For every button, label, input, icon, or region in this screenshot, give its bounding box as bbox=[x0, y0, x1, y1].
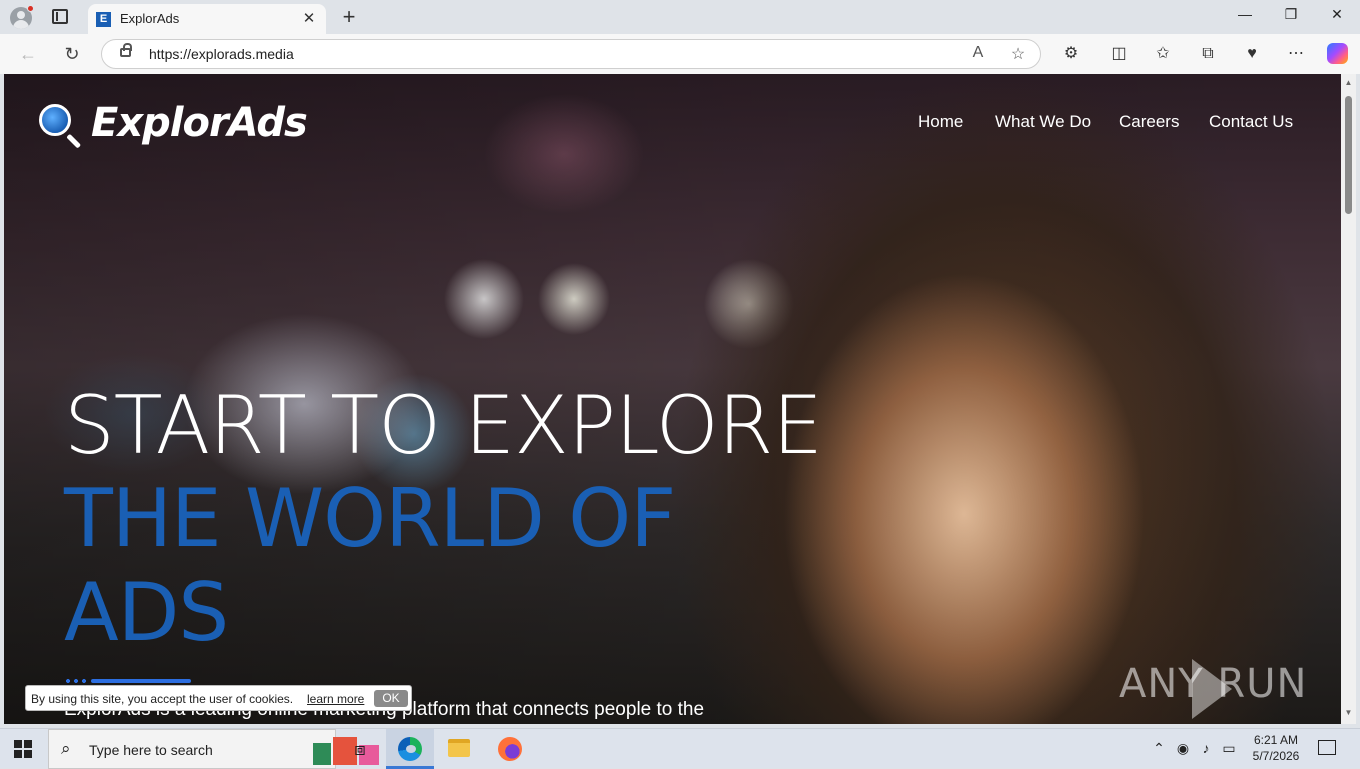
scroll-up-icon[interactable]: ▲ bbox=[1344, 78, 1353, 87]
close-window-icon[interactable]: ✕ bbox=[1314, 6, 1360, 28]
hero-heading-line-1: START TO EXPLORE bbox=[64, 379, 823, 472]
file-explorer-icon[interactable] bbox=[448, 739, 470, 757]
notification-center-icon[interactable] bbox=[1318, 740, 1336, 755]
browser-tab-active[interactable]: E ExplorAds ✕ bbox=[88, 4, 326, 34]
refresh-icon[interactable]: ↻ bbox=[60, 42, 84, 66]
nav-link-careers[interactable]: Careers bbox=[1119, 112, 1179, 132]
url-text[interactable]: https://explorads.media bbox=[149, 46, 294, 62]
tab-title: ExplorAds bbox=[120, 11, 180, 26]
cookie-text: By using this site, you accept the user … bbox=[31, 692, 294, 706]
globe-magnifier-icon bbox=[39, 104, 71, 136]
task-view-icon[interactable]: ⧈ bbox=[346, 735, 374, 763]
tab-favicon-icon: E bbox=[96, 12, 111, 27]
browser-titlebar: E ExplorAds ✕ + — ❐ ✕ bbox=[0, 0, 1360, 34]
address-bar[interactable]: https://explorads.media A ☆ bbox=[101, 39, 1041, 69]
back-arrow-icon[interactable]: ← bbox=[16, 42, 40, 66]
logo-text: ExplorAds bbox=[91, 100, 308, 146]
hero-divider-dots bbox=[64, 679, 88, 683]
hero-heading-line-2: THE WORLD OF bbox=[64, 472, 676, 565]
system-clock[interactable]: 6:21 AM 5/7/2026 bbox=[1246, 732, 1306, 764]
restore-icon[interactable]: ❐ bbox=[1268, 6, 1314, 28]
cookie-learn-more-link[interactable]: learn more bbox=[307, 692, 364, 706]
scroll-down-icon[interactable]: ▼ bbox=[1344, 708, 1353, 717]
tab-close-icon[interactable]: ✕ bbox=[300, 9, 318, 27]
lock-icon[interactable] bbox=[120, 43, 132, 57]
browser-toolbar: ← ↻ https://explorads.media A ☆ ⚙ ◫ ✩ ⧉ … bbox=[0, 34, 1360, 74]
nav-link-home[interactable]: Home bbox=[918, 112, 963, 132]
firefox-icon[interactable] bbox=[498, 737, 522, 761]
browser-essentials-icon[interactable]: ♥ bbox=[1240, 42, 1264, 66]
windows-taskbar: ⌕ Type here to search ⧈ ⌃ ◉ ♪ ▭ 6:21 AM … bbox=[0, 728, 1360, 769]
page-viewport: ExplorAds Home What We Do Careers Contac… bbox=[4, 74, 1341, 724]
taskbar-search-box[interactable]: ⌕ Type here to search bbox=[48, 729, 379, 769]
watermark-text: ANY RUN bbox=[1119, 661, 1308, 707]
copilot-icon[interactable] bbox=[1327, 43, 1348, 64]
nav-link-what-we-do[interactable]: What We Do bbox=[995, 112, 1091, 132]
minimize-icon[interactable]: — bbox=[1222, 6, 1268, 28]
cookie-ok-button[interactable]: OK bbox=[374, 690, 408, 707]
read-aloud-icon[interactable]: A bbox=[968, 44, 988, 62]
cookie-banner: By using this site, you accept the user … bbox=[25, 685, 412, 711]
edge-browser-icon[interactable] bbox=[398, 737, 422, 761]
hero-heading-line-3: ADS bbox=[64, 566, 229, 659]
more-options-icon[interactable]: ⋯ bbox=[1284, 42, 1308, 66]
search-icon: ⌕ bbox=[61, 739, 71, 758]
collections-icon[interactable]: ⧉ bbox=[1196, 42, 1220, 66]
page-scrollbar[interactable]: ▲ ▼ bbox=[1341, 74, 1356, 724]
notification-dot bbox=[27, 5, 34, 12]
favorite-star-icon[interactable]: ☆ bbox=[1008, 44, 1028, 64]
volume-icon[interactable]: ♪ bbox=[1197, 740, 1215, 756]
search-placeholder: Type here to search bbox=[89, 742, 213, 758]
new-tab-button[interactable]: + bbox=[339, 4, 359, 30]
favorites-icon[interactable]: ✩ bbox=[1151, 42, 1175, 66]
tab-actions-icon[interactable] bbox=[52, 9, 68, 24]
tray-chevron-icon[interactable]: ⌃ bbox=[1150, 740, 1168, 757]
hero-divider-line bbox=[91, 679, 191, 683]
nav-link-contact-us[interactable]: Contact Us bbox=[1209, 112, 1293, 132]
network-icon[interactable]: ▭ bbox=[1220, 740, 1238, 757]
meet-now-icon[interactable]: ◉ bbox=[1174, 740, 1192, 757]
scrollbar-thumb[interactable] bbox=[1345, 96, 1352, 214]
extensions-icon[interactable]: ⚙ bbox=[1059, 42, 1083, 66]
clock-time: 6:21 AM bbox=[1253, 733, 1299, 747]
split-screen-icon[interactable]: ◫ bbox=[1107, 42, 1131, 66]
windows-start-icon[interactable] bbox=[14, 740, 32, 758]
clock-date: 5/7/2026 bbox=[1252, 749, 1300, 763]
